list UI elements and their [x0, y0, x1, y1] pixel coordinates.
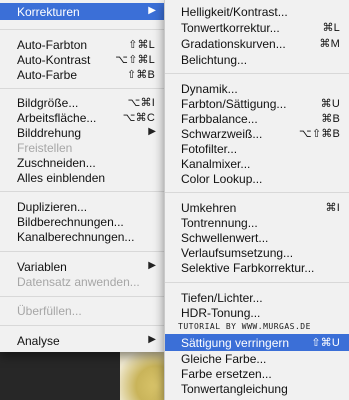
menu-item-label: Schwarzweiß...	[181, 126, 263, 141]
menu-item-label: Kanalberechnungen...	[17, 229, 135, 244]
menu-item-shortcut: ⌘U	[320, 98, 340, 110]
menu-item-label: Datensatz anwenden...	[17, 274, 140, 289]
menu-item-label: Zuschneiden...	[17, 155, 96, 170]
menu-item-hdr-tonung[interactable]: HDR-Tonung...	[165, 304, 349, 321]
menu-item-datensatz-anwenden: Datensatz anwenden...	[0, 273, 165, 290]
image-menu: Korrekturen ▶ Auto-Farbton ⇧⌘L Auto-Kont…	[0, 0, 165, 352]
menu-item-label: Gradationskurven...	[181, 36, 286, 51]
menu-item-label: Bildberechnungen...	[17, 214, 124, 229]
menu-item-shortcut: ⌘B	[321, 113, 340, 125]
menu-item-label: Auto-Farbton	[17, 37, 88, 52]
menu-item-label: Sättigung verringern	[181, 335, 290, 350]
menu-separator	[165, 73, 349, 74]
menu-item-label: Überfüllen...	[17, 303, 82, 318]
menu-item-kanalberechnungen[interactable]: Kanalberechnungen...	[0, 228, 165, 245]
submenu-arrow-icon: ▶	[148, 260, 156, 271]
menu-item-label: Tonwertangleichung	[181, 381, 288, 396]
menu-item-label: Auto-Kontrast	[17, 52, 91, 67]
menu-item-label: Fotofilter...	[181, 141, 238, 156]
menu-item-label: Duplizieren...	[17, 199, 88, 214]
menu-separator	[0, 29, 165, 30]
menu-item-analyse[interactable]: Analyse ▶	[0, 332, 165, 349]
menu-item-color-lookup[interactable]: Color Lookup...	[165, 170, 349, 187]
menu-item-label: Korrekturen	[17, 4, 80, 19]
menu-item-label: Farbton/Sättigung...	[181, 96, 287, 111]
menu-item-label: Belichtung...	[181, 52, 248, 67]
menu-item-label: Tiefen/Lichter...	[181, 290, 263, 305]
menu-item-saettigung-verringern[interactable]: Sättigung verringern ⇧⌘U	[165, 334, 349, 351]
menu-item-label: Color Lookup...	[181, 171, 263, 186]
menu-item-ueberfuellen: Überfüllen...	[0, 302, 165, 319]
menu-item-shortcut: ⌥⇧⌘B	[298, 128, 340, 140]
menu-item-shortcut: ⇧⌘L	[128, 39, 155, 51]
menu-item-shortcut: ⌘I	[325, 202, 340, 214]
menu-item-helligkeit-kontrast[interactable]: Helligkeit/Kontrast...	[165, 3, 349, 20]
menu-item-shortcut: ⌘L	[322, 22, 340, 34]
menu-item-label: Tonwertkorrektur...	[181, 20, 280, 35]
menu-item-label: Auto-Farbe	[17, 67, 78, 82]
menu-item-label: Selektive Farbkorrektur...	[181, 260, 315, 275]
menu-item-label: Verlaufsumsetzung...	[181, 245, 294, 260]
menu-separator	[0, 88, 165, 89]
menu-item-label: Farbe ersetzen...	[181, 366, 272, 381]
menu-item-shortcut: ⇧⌘B	[126, 69, 155, 81]
menu-separator	[0, 251, 165, 252]
menu-item-label: Analyse	[17, 333, 60, 348]
menu-item-label: Helligkeit/Kontrast...	[181, 4, 288, 19]
menu-item-selektive-farbkorrektur[interactable]: Selektive Farbkorrektur...	[165, 259, 349, 276]
menu-item-alles-einblenden[interactable]: Alles einblenden	[0, 169, 165, 186]
menu-item-label: Gleiche Farbe...	[181, 351, 267, 366]
menu-item-label: Variablen	[17, 259, 67, 274]
menu-item-label: Arbeitsfläche...	[17, 110, 97, 125]
menu-item-tonwertangleichung[interactable]: Tonwertangleichung	[165, 380, 349, 397]
menu-item-label: Farbbalance...	[181, 111, 258, 126]
menu-item-auto-farbe[interactable]: Auto-Farbe ⇧⌘B	[0, 66, 165, 83]
menu-item-shortcut: ⌥⌘C	[122, 112, 155, 124]
menu-item-shortcut: ⇧⌘U	[311, 337, 340, 349]
menu-item-shortcut: ⌥⇧⌘L	[115, 54, 155, 66]
menu-item-belichtung[interactable]: Belichtung...	[165, 51, 349, 68]
menu-separator	[0, 191, 165, 192]
submenu-arrow-icon: ▶	[148, 126, 156, 137]
menu-item-label: Kanalmixer...	[181, 156, 251, 171]
menu-separator	[165, 192, 349, 193]
menu-item-shortcut: ⌘M	[319, 38, 340, 50]
menu-item-label: HDR-Tonung...	[181, 305, 261, 320]
menu-item-label: Freistellen	[17, 140, 73, 155]
submenu-arrow-icon: ▶	[148, 5, 156, 16]
menu-item-tonwertkorrektur[interactable]: Tonwertkorrektur... ⌘L	[165, 19, 349, 36]
submenu-arrow-icon: ▶	[148, 334, 156, 345]
menu-item-label: Bildgröße...	[17, 95, 79, 110]
menu-item-label: Bilddrehung	[17, 125, 82, 140]
menu-item-label: Alles einblenden	[17, 170, 106, 185]
watermark-text: TUTORIAL BY WWW.MURGAS.DE	[178, 322, 311, 331]
menu-item-korrekturen[interactable]: Korrekturen ▶	[0, 3, 165, 20]
menu-separator	[0, 325, 165, 326]
menu-item-label: Umkehren	[181, 200, 237, 215]
menu-item-shortcut: ⌥⌘I	[127, 97, 155, 109]
menu-separator	[0, 296, 165, 297]
menu-item-label: Schwellenwert...	[181, 230, 269, 245]
menu-item-label: Dynamik...	[181, 81, 238, 96]
korrekturen-submenu: Helligkeit/Kontrast... Tonwertkorrektur.…	[164, 0, 349, 400]
menu-item-gradationskurven[interactable]: Gradationskurven... ⌘M	[165, 35, 349, 52]
menu-item-label: Tontrennung...	[181, 215, 258, 230]
menu-separator	[165, 282, 349, 283]
